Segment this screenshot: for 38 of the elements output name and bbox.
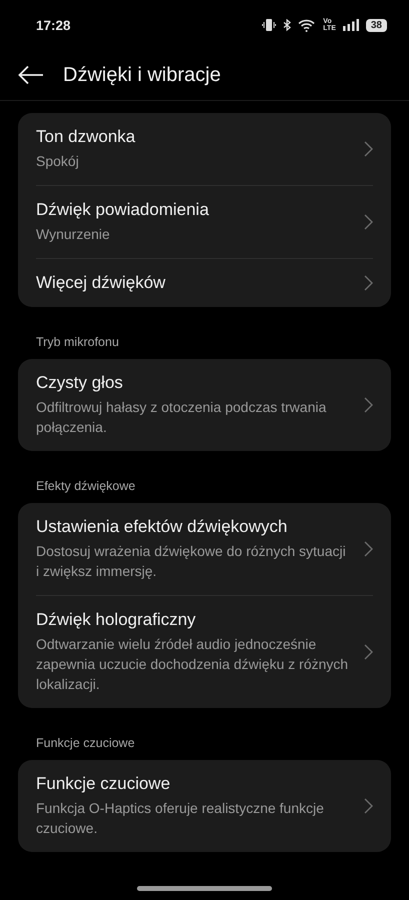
chevron-icon	[364, 644, 373, 660]
settings-item[interactable]: Dźwięk holograficzny Odtwarzanie wielu źródeł audio jednocześnie zapewnia uczucie dochodzenia dźwięku z różnych lokalizacji.	[36, 596, 373, 708]
item-title: Więcej dźwięków	[36, 273, 166, 293]
settings-item[interactable]: Czysty głos Odfiltrowuj hałasy z otoczenia podczas trwania połączenia.	[36, 359, 373, 451]
section-label: Efekty dźwiękowe	[35, 478, 136, 495]
back-arrow-icon[interactable]	[18, 65, 44, 85]
wifi-icon	[298, 18, 316, 32]
signal-icon	[342, 19, 359, 31]
item-title: Dźwięk powiadomienia	[36, 200, 210, 220]
page-title: Dźwięki i wibracje	[63, 64, 221, 86]
item-title: Funkcje czuciowe	[36, 774, 172, 794]
chevron-icon	[364, 397, 373, 413]
item-subtitle: Spokój	[36, 152, 80, 171]
vibrate-icon	[262, 18, 276, 32]
chevron-icon	[364, 275, 373, 291]
bluetooth-icon	[283, 18, 292, 32]
settings-item[interactable]: Więcej dźwięków	[36, 259, 373, 307]
section-label: Funkcje czuciowe	[35, 735, 136, 752]
settings-item[interactable]: Ustawienia efektów dźwiękowych Dostosuj wrażenia dźwiękowe do różnych sytuacji i zwiększ immersję.	[36, 503, 373, 596]
item-title: Ustawienia efektów dźwiękowych	[36, 517, 288, 537]
settings-item[interactable]: Funkcje czuciowe Funkcja O-Haptics oferuje realistyczne funkcje czuciowe.	[36, 760, 373, 852]
item-subtitle: Dostosuj wrażenia dźwiękowe do różnych sytuacji i zwiększ immersję.	[36, 542, 347, 581]
item-title: Ton dzwonka	[36, 127, 136, 147]
battery-level: 38	[366, 18, 387, 32]
item-subtitle: Funkcja O-Haptics oferuje realistyczne funkcje czuciowe.	[36, 799, 325, 838]
item-subtitle: Wynurzenie	[36, 225, 111, 244]
item-subtitle: Odfiltrowuj hałasy z otoczenia podczas trwania połączenia.	[36, 398, 328, 437]
item-title: Czysty głos	[36, 373, 124, 393]
section-label: Tryb mikrofonu	[35, 334, 120, 351]
chevron-icon	[364, 141, 373, 157]
chevron-icon	[364, 798, 373, 814]
item-subtitle: Odtwarzanie wielu źródeł audio jednocześnie zapewnia uczucie dochodzenia dźwięku z różnych lokalizacji.	[36, 635, 350, 694]
settings-item[interactable]: Ton dzwonka Spokój	[36, 113, 373, 186]
settings-item[interactable]: Dźwięk powiadomienia Wynurzenie	[36, 186, 373, 259]
status-time: 17:28	[36, 18, 71, 32]
item-title: Dźwięk holograficzny	[36, 610, 197, 630]
chevron-icon	[364, 214, 373, 230]
chevron-icon	[364, 541, 373, 557]
